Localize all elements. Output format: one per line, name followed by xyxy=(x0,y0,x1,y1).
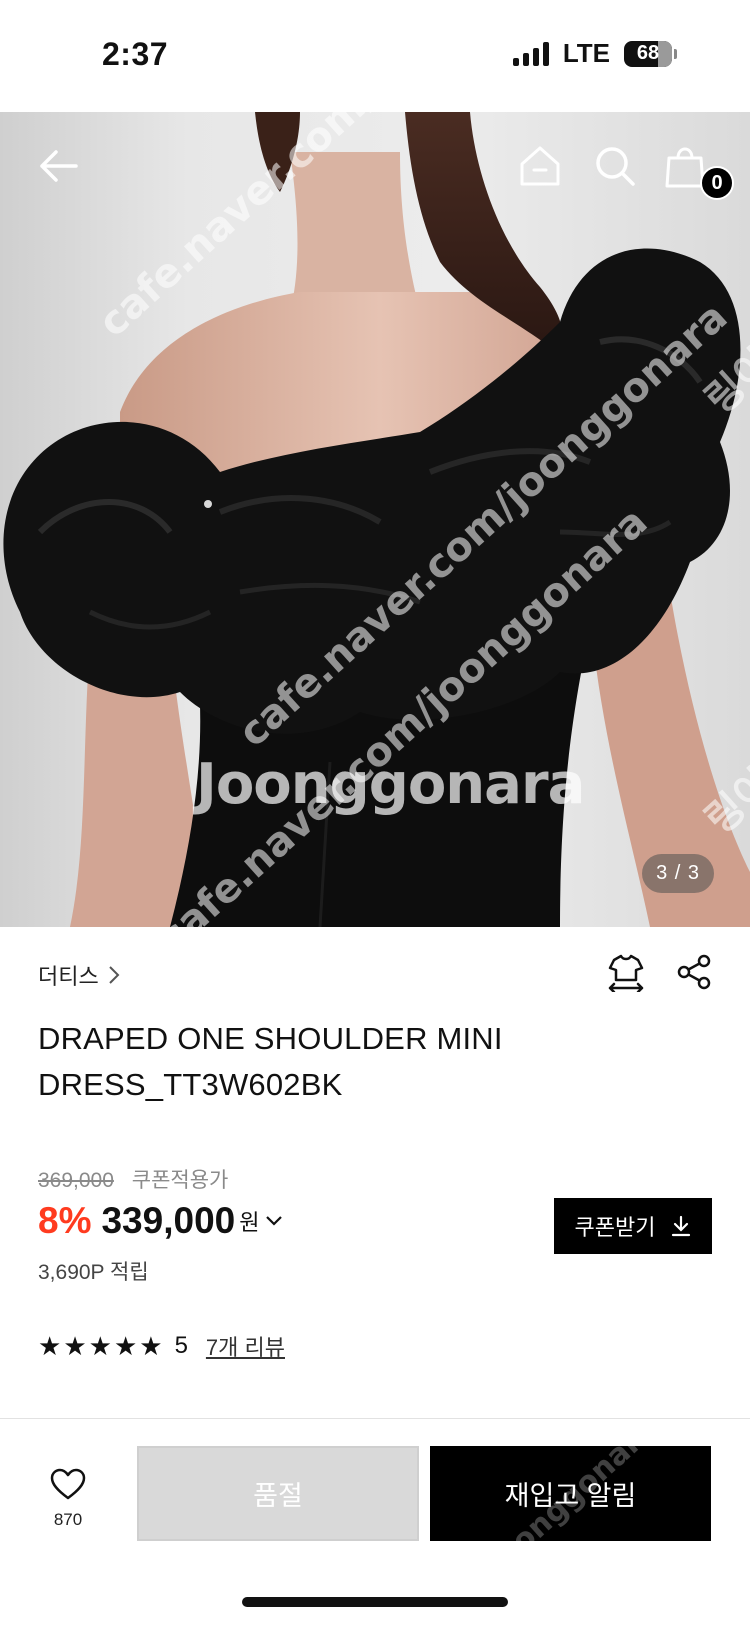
product-tools xyxy=(606,952,712,992)
battery-level: 68 xyxy=(636,42,660,64)
image-top-nav: 0 xyxy=(0,112,750,222)
chevron-down-icon xyxy=(266,1216,283,1226)
restock-alert-button[interactable]: 재입고 알림 joonggonara xyxy=(430,1411,711,1580)
chevron-right-icon xyxy=(109,966,120,984)
currency-label: 원 xyxy=(239,1210,260,1235)
home-button[interactable] xyxy=(510,136,570,196)
bottom-action-bar: 870 품절 재입고 알림 joonggonara xyxy=(0,1411,750,1626)
cart-count-badge: 0 xyxy=(700,166,734,200)
search-button[interactable] xyxy=(585,136,645,196)
coupon-download-button[interactable]: 쿠폰받기 xyxy=(554,1198,712,1254)
home-icon xyxy=(520,146,560,186)
star-icon: ★ xyxy=(88,1331,112,1361)
rating-score: 5 xyxy=(174,1332,188,1359)
download-icon xyxy=(672,1215,691,1237)
brand-name: 더티스 xyxy=(38,964,99,989)
cart-button[interactable]: 0 xyxy=(660,136,734,200)
home-indicator xyxy=(242,1597,508,1607)
share-icon[interactable] xyxy=(676,954,712,990)
original-price: 369,000 xyxy=(38,1169,114,1192)
soldout-button: 품절 xyxy=(137,1446,419,1541)
star-icon: ★ xyxy=(139,1331,163,1361)
status-bar: 2:37 LTE 68 xyxy=(0,0,750,112)
status-indicators: LTE 68 xyxy=(512,38,677,69)
coupon-button-label: 쿠폰받기 xyxy=(574,1215,656,1240)
sale-price: 339,000 xyxy=(101,1200,236,1241)
coupon-price-label: 쿠폰적용가 xyxy=(131,1169,229,1192)
star-icon: ★ xyxy=(38,1331,62,1361)
product-info: 더티스 DRAPED ONE SHOULDER MINI DRESS_TT3W6… xyxy=(38,954,712,1360)
product-image-carousel[interactable]: cafe.naver.com/joonggonara Joonggonara c… xyxy=(0,112,750,927)
like-count: 870 xyxy=(53,1510,83,1529)
product-photo xyxy=(3,112,750,927)
back-button[interactable] xyxy=(28,136,88,196)
signal-icon xyxy=(512,41,549,66)
size-guide-icon[interactable] xyxy=(606,952,646,992)
price-block: 369,000 쿠폰적용가 8% 339,000 원 쿠폰받기 3,690P 적… xyxy=(38,1164,712,1286)
search-icon xyxy=(596,147,635,186)
restock-label: 재입고 알림 xyxy=(504,1481,637,1511)
product-title: DRAPED ONE SHOULDER MINI DRESS_TT3W602BK xyxy=(38,1021,503,1102)
back-arrow-icon xyxy=(40,150,78,182)
network-type: LTE xyxy=(562,38,610,68)
reward-points: 3,690P 적립 xyxy=(38,1261,149,1284)
rating-row: ★ ★ ★ ★ ★ 5 7개 리뷰 xyxy=(38,1330,285,1362)
star-icon: ★ xyxy=(63,1331,87,1361)
review-link[interactable]: 7개 리뷰 xyxy=(206,1330,285,1362)
like-button[interactable]: 870 xyxy=(44,1467,92,1530)
original-price-row: 369,000 쿠폰적용가 xyxy=(38,1164,712,1194)
status-time: 2:37 xyxy=(102,36,169,72)
heart-icon xyxy=(50,1468,86,1500)
image-page-indicator: 3 / 3 xyxy=(642,854,714,893)
soldout-label: 품절 xyxy=(253,1481,303,1511)
battery-icon: 68 xyxy=(624,40,677,67)
star-icon: ★ xyxy=(113,1331,138,1361)
discount-rate: 8% xyxy=(38,1200,92,1241)
